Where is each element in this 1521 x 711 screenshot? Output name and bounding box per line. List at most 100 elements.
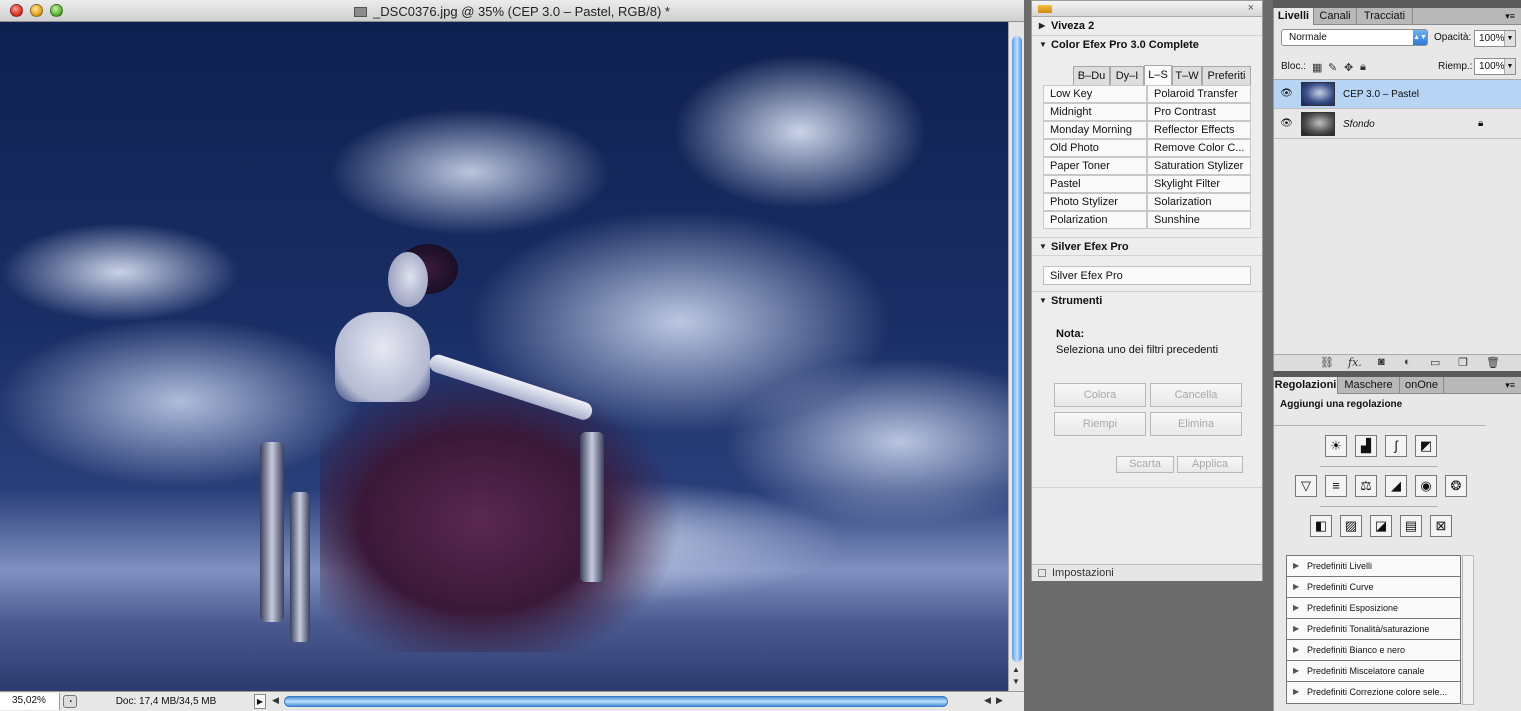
preset-item[interactable]: ▶ Predefiniti Correzione colore sele... <box>1287 682 1460 703</box>
tab-dy-i[interactable]: Dy–I <box>1110 66 1144 85</box>
filter-reflector-effects[interactable]: Reflector Effects <box>1147 121 1251 139</box>
filter-pastel[interactable]: Pastel <box>1043 175 1147 193</box>
filter-photo-stylizer[interactable]: Photo Stylizer <box>1043 193 1147 211</box>
vertical-scroll-thumb[interactable] <box>1012 36 1022 662</box>
filter-sunshine[interactable]: Sunshine <box>1147 211 1251 229</box>
filter-old-photo[interactable]: Old Photo <box>1043 139 1147 157</box>
filter-skylight-filter[interactable]: Skylight Filter <box>1147 175 1251 193</box>
image-canvas[interactable] <box>0 22 1008 691</box>
tab-preferiti[interactable]: Preferiti <box>1202 66 1251 85</box>
tab-t-w[interactable]: T–W <box>1172 66 1202 85</box>
brightness-contrast-icon[interactable]: ☀ <box>1325 435 1347 457</box>
section-silver-efex[interactable]: ▼ Silver Efex Pro <box>1032 237 1262 256</box>
close-icon[interactable]: × <box>1248 2 1254 14</box>
title-bar[interactable]: _DSC0376.jpg @ 35% (CEP 3.0 – Pastel, RG… <box>0 0 1024 22</box>
filter-monday-morning[interactable]: Monday Morning <box>1043 121 1147 139</box>
status-options-icon[interactable]: ◔ <box>63 695 77 708</box>
preset-item[interactable]: ▶ Predefiniti Curve <box>1287 577 1460 598</box>
fx-icon[interactable]: fx. <box>1348 356 1362 369</box>
selective-color-icon[interactable]: ⊠ <box>1430 515 1452 537</box>
elimina-button[interactable]: Elimina <box>1150 412 1242 436</box>
scroll-down-icon[interactable]: ▼ <box>1012 677 1020 686</box>
lock-move-icon[interactable]: ✥ <box>1344 61 1353 74</box>
scroll-left-icon[interactable]: ◀ <box>984 695 991 706</box>
black-white-icon[interactable]: ◢ <box>1385 475 1407 497</box>
nik-logo-icon <box>1038 5 1052 13</box>
eye-icon[interactable]: 👁︎ <box>1279 88 1294 100</box>
dropdown-arrow-icon[interactable]: ▼ <box>1504 59 1515 74</box>
gradient-map-icon[interactable]: ▤ <box>1400 515 1422 537</box>
section-strumenti[interactable]: ▼ Strumenti <box>1032 291 1262 310</box>
trash-icon[interactable]: 🗑︎ <box>1486 356 1500 369</box>
chair-leg <box>260 442 284 622</box>
colora-button[interactable]: Colora <box>1054 383 1146 407</box>
vibrance-icon[interactable]: ▽ <box>1295 475 1317 497</box>
tab-b-du[interactable]: B–Du <box>1073 66 1110 85</box>
tab-livelli[interactable]: Livelli <box>1274 8 1314 25</box>
filter-midnight[interactable]: Midnight <box>1043 103 1147 121</box>
preset-item[interactable]: ▶ Predefiniti Bianco e nero <box>1287 640 1460 661</box>
filter-polaroid-transfer[interactable]: Polaroid Transfer <box>1147 85 1251 103</box>
adjustment-layer-icon[interactable]: ◐ <box>1404 356 1411 368</box>
tab-regolazioni[interactable]: Regolazioni <box>1274 377 1338 394</box>
layer-row-sfondo[interactable]: 👁︎ Sfondo 🔒︎ <box>1274 110 1521 139</box>
horizontal-scroll-thumb[interactable] <box>284 696 948 707</box>
nik-panel-titlebar[interactable]: × <box>1032 1 1262 17</box>
silver-efex-button[interactable]: Silver Efex Pro <box>1043 266 1251 285</box>
exposure-icon[interactable]: ◩ <box>1415 435 1437 457</box>
dropdown-arrow-icon[interactable]: ▼ <box>1504 31 1515 46</box>
blend-mode-select[interactable]: Normale ▲▼ <box>1281 29 1428 46</box>
panel-menu-icon[interactable]: ▾≡ <box>1505 11 1515 22</box>
scarta-button[interactable]: Scarta <box>1116 456 1174 473</box>
scroll-up-icon[interactable]: ▲ <box>1012 665 1020 674</box>
threshold-icon[interactable]: ◪ <box>1370 515 1392 537</box>
filter-solarization[interactable]: Solarization <box>1147 193 1251 211</box>
new-layer-icon[interactable]: ❐ <box>1458 356 1468 369</box>
eye-icon[interactable]: 👁︎ <box>1279 118 1294 130</box>
layer-row-cep-pastel[interactable]: 👁︎ CEP 3.0 – Pastel <box>1274 80 1521 109</box>
nik-footer[interactable]: Impostazioni <box>1032 564 1262 581</box>
posterize-icon[interactable]: ▨ <box>1340 515 1362 537</box>
preset-item[interactable]: ▶ Predefiniti Miscelatore canale <box>1287 661 1460 682</box>
preset-item[interactable]: ▶ Predefiniti Livelli <box>1287 556 1460 577</box>
filter-pro-contrast[interactable]: Pro Contrast <box>1147 103 1251 121</box>
add-mask-icon[interactable]: ◙ <box>1378 356 1385 368</box>
section-viveza[interactable]: ▶ Viveza 2 <box>1032 17 1262 36</box>
photo-filter-icon[interactable]: ◉ <box>1415 475 1437 497</box>
preset-item[interactable]: ▶ Predefiniti Tonalità/saturazione <box>1287 619 1460 640</box>
filter-saturation-stylizer[interactable]: Saturation Stylizer <box>1147 157 1251 175</box>
cancella-button[interactable]: Cancella <box>1150 383 1242 407</box>
riempi-button[interactable]: Riempi <box>1054 412 1146 436</box>
tab-onone[interactable]: onOne <box>1400 377 1444 394</box>
filter-low-key[interactable]: Low Key <box>1043 85 1147 103</box>
opacity-field[interactable]: 100% ▼ <box>1474 30 1516 47</box>
filter-paper-toner[interactable]: Paper Toner <box>1043 157 1147 175</box>
filter-remove-color-cast[interactable]: Remove Color C... <box>1147 139 1251 157</box>
hue-saturation-icon[interactable]: ≡ <box>1325 475 1347 497</box>
applica-button[interactable]: Applica <box>1177 456 1243 473</box>
levels-icon[interactable]: ▟ <box>1355 435 1377 457</box>
lock-all-icon[interactable]: 🔒︎ <box>1360 61 1366 74</box>
curves-icon[interactable]: ∫ <box>1385 435 1407 457</box>
panel-menu-icon[interactable]: ▾≡ <box>1505 380 1515 391</box>
fill-field[interactable]: 100% ▼ <box>1474 58 1516 75</box>
status-menu-arrow-icon[interactable]: ▶ <box>254 694 266 709</box>
new-group-icon[interactable]: ▭ <box>1430 356 1440 369</box>
channel-mixer-icon[interactable]: ❂ <box>1445 475 1467 497</box>
tab-canali[interactable]: Canali <box>1314 8 1357 25</box>
scroll-right-icon[interactable]: ▶ <box>996 695 1003 706</box>
link-layers-icon[interactable]: ⛓︎ <box>1320 356 1334 369</box>
lock-transparency-icon[interactable]: ▦ <box>1312 61 1322 74</box>
tab-maschere[interactable]: Maschere <box>1338 377 1400 394</box>
lock-brush-icon[interactable]: ✎ <box>1328 61 1337 74</box>
presets-scrollbar[interactable] <box>1462 555 1474 705</box>
scroll-left-icon[interactable]: ◀ <box>272 695 279 706</box>
tab-l-s[interactable]: L–S <box>1144 65 1172 85</box>
filter-polarization[interactable]: Polarization <box>1043 211 1147 229</box>
tab-tracciati[interactable]: Tracciati <box>1357 8 1413 25</box>
preset-item[interactable]: ▶ Predefiniti Esposizione <box>1287 598 1460 619</box>
color-balance-icon[interactable]: ⚖ <box>1355 475 1377 497</box>
invert-icon[interactable]: ◧ <box>1310 515 1332 537</box>
zoom-level-field[interactable]: 35,02% <box>0 693 60 710</box>
vertical-scrollbar[interactable]: ▲ ▼ <box>1008 22 1024 691</box>
